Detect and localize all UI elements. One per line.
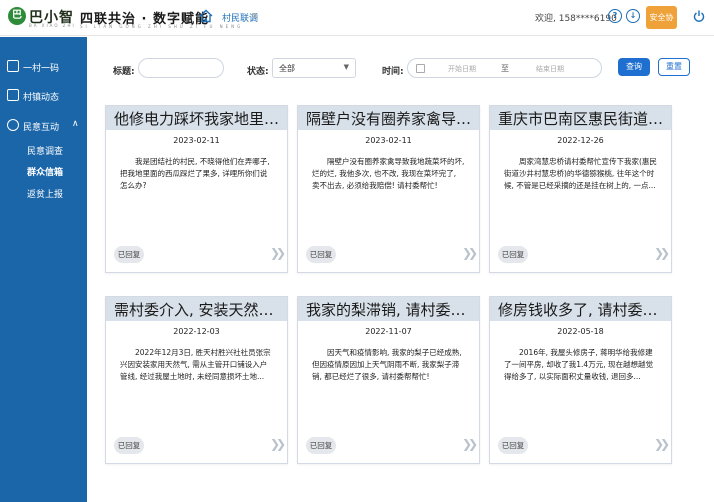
status-badge: 已回复 [306,437,336,454]
sidebar-item-label: 一村一码 [23,64,60,74]
card-header: 他修电力踩坏我家地里的西瓜 [106,106,287,130]
filter-bar: 标题: 状态: 全部 ▼ 时间: 开始日期 至 结束日期 查询 重置 [87,37,714,97]
card-title: 重庆市巴南区惠民街道周家湾慧 [498,110,668,128]
card-date: 2022-05-18 [557,327,604,336]
status-select-value: 全部 [279,64,295,73]
help-icon[interactable]: ? [608,9,622,23]
home-icon[interactable] [199,9,213,23]
card-date: 2023-02-11 [173,136,220,145]
chevron-up-icon: ∧ [72,119,79,129]
double-chevron-right-icon[interactable]: ❯❯ [462,437,478,451]
card-title: 需村委介入, 安装天然气管道 [114,301,284,319]
double-chevron-right-icon[interactable]: ❯❯ [654,437,670,451]
letter-card[interactable]: 修房钱收多了, 请村委出面协调 2022-05-18 2016年, 我屋头修房子… [489,296,672,464]
download-icon[interactable]: ↓ [626,9,640,23]
sidebar-item-public-interaction[interactable]: 民意互动 ∧ [0,112,87,140]
letter-card[interactable]: 重庆市巴南区惠民街道周家湾慧 2022-12-26 周家湾慧忠桥请村委帮忙宣传下… [489,105,672,273]
card-date: 2022-11-07 [365,327,412,336]
card-header: 隔壁户没有圈养家禽导致我家菜 [298,106,479,130]
status-select[interactable]: 全部 ▼ [272,58,356,78]
sidebar: 一村一码 村镇动态 民意互动 ∧ 民意调查 群众信箱 返贫上报 [0,37,87,502]
card-body: 我是团结社的村民, 不晓得他们在弄哪子, 把我地里面的西瓜踩烂了果多, 详哩所你… [120,157,270,190]
chat-icon [7,119,19,131]
card-title: 修房钱收多了, 请村委出面协调 [498,301,668,319]
card-body: 周家湾慧忠桥请村委帮忙宣传下我家(惠民街道沙井村慧忠桥)的华德猕猴桃, 往年这个… [504,157,657,190]
sidebar-subitem-poverty-report[interactable]: 返贫上报 [27,187,63,200]
sidebar-item-label: 民意互动 [23,123,60,133]
logo-icon: 巴 [8,7,26,25]
letter-card[interactable]: 他修电力踩坏我家地里的西瓜 2023-02-11 我是团结社的村民, 不晓得他们… [105,105,288,273]
card-header: 修房钱收多了, 请村委出面协调 [490,297,671,321]
status-badge: 已回复 [498,246,528,263]
double-chevron-right-icon[interactable]: ❯❯ [462,246,478,260]
card-body: 因天气和疫情影响, 我家的梨子已经成熟, 但因疫情原因加上天气阴雨不断, 我家梨… [312,348,462,381]
card-title: 我家的梨滞销, 请村委帮帮我 [306,301,476,319]
card-title: 他修电力踩坏我家地里的西瓜 [114,110,284,128]
date-range-picker[interactable]: 开始日期 至 结束日期 [407,58,602,78]
sidebar-subitem-survey[interactable]: 民意调查 [27,144,63,157]
calendar-icon [416,64,425,73]
welcome-text: 欢迎, 158****6190 [535,14,617,24]
start-date-placeholder: 开始日期 [448,65,476,73]
card-body: 2016年, 我屋头修房子, 蒋明华给我修建了一间平房, 却收了我1.4万元, … [504,348,653,381]
security-agreement-button[interactable]: 安全协议 [646,6,677,45]
card-header: 需村委介入, 安装天然气管道 [106,297,287,321]
caret-down-icon: ▼ [343,63,349,71]
status-badge: 已回复 [114,437,144,454]
sidebar-item-label: 村镇动态 [23,93,60,103]
card-header: 重庆市巴南区惠民街道周家湾慧 [490,106,671,130]
sidebar-item-village-code[interactable]: 一村一码 [0,53,87,81]
qrcode-icon [7,60,19,72]
card-title: 隔壁户没有圈养家禽导致我家菜 [306,110,476,128]
card-date: 2022-12-03 [173,327,220,336]
end-date-placeholder: 结束日期 [536,65,564,73]
sidebar-item-village-news[interactable]: 村镇动态 [0,82,87,110]
query-button[interactable]: 查询 [618,58,650,76]
slogan-subtitle: SI LIAN GONG ZHI SHU ZI FU NENG [80,24,244,29]
tab-close-icon[interactable]: x [252,11,257,21]
date-separator: 至 [501,64,509,73]
card-date: 2022-12-26 [557,136,604,145]
reset-button[interactable]: 重置 [658,58,690,76]
letter-card[interactable]: 我家的梨滞销, 请村委帮帮我 2022-11-07 因天气和疫情影响, 我家的梨… [297,296,480,464]
time-label: 时间: [382,67,404,77]
letter-card[interactable]: 隔壁户没有圈养家禽导致我家菜 2023-02-11 隔壁户没有圈养家禽导致我地蔬… [297,105,480,273]
brand-subtitle: BA XIAO ZHI [29,23,76,28]
card-body: 2022年12月3日, 胜天村胜兴社社员张宗兴因安装家用天然气, 需从主管开口铺… [120,348,271,381]
power-icon[interactable] [693,10,705,22]
sidebar-subitem-mailbox[interactable]: 群众信箱 [27,165,63,178]
status-label: 状态: [247,67,269,77]
status-badge: 已回复 [306,246,336,263]
double-chevron-right-icon[interactable]: ❯❯ [270,246,286,260]
title-input[interactable] [138,58,224,78]
status-badge: 已回复 [114,246,144,263]
card-header: 我家的梨滞销, 请村委帮帮我 [298,297,479,321]
card-date: 2023-02-11 [365,136,412,145]
card-body: 隔壁户没有圈养家禽导致我地蔬菜坏的坏, 烂的烂, 我他多次, 也不改, 我现在菜… [312,157,465,190]
double-chevron-right-icon[interactable]: ❯❯ [654,246,670,260]
top-bar: 巴 巴小智 BA XIAO ZHI 四联共治 · 数字赋能 SI LIAN GO… [0,0,714,45]
status-badge: 已回复 [498,437,528,454]
letter-card[interactable]: 需村委介入, 安装天然气管道 2022-12-03 2022年12月3日, 胜天… [105,296,288,464]
news-icon [7,89,19,101]
title-label: 标题: [113,67,135,77]
double-chevron-right-icon[interactable]: ❯❯ [270,437,286,451]
